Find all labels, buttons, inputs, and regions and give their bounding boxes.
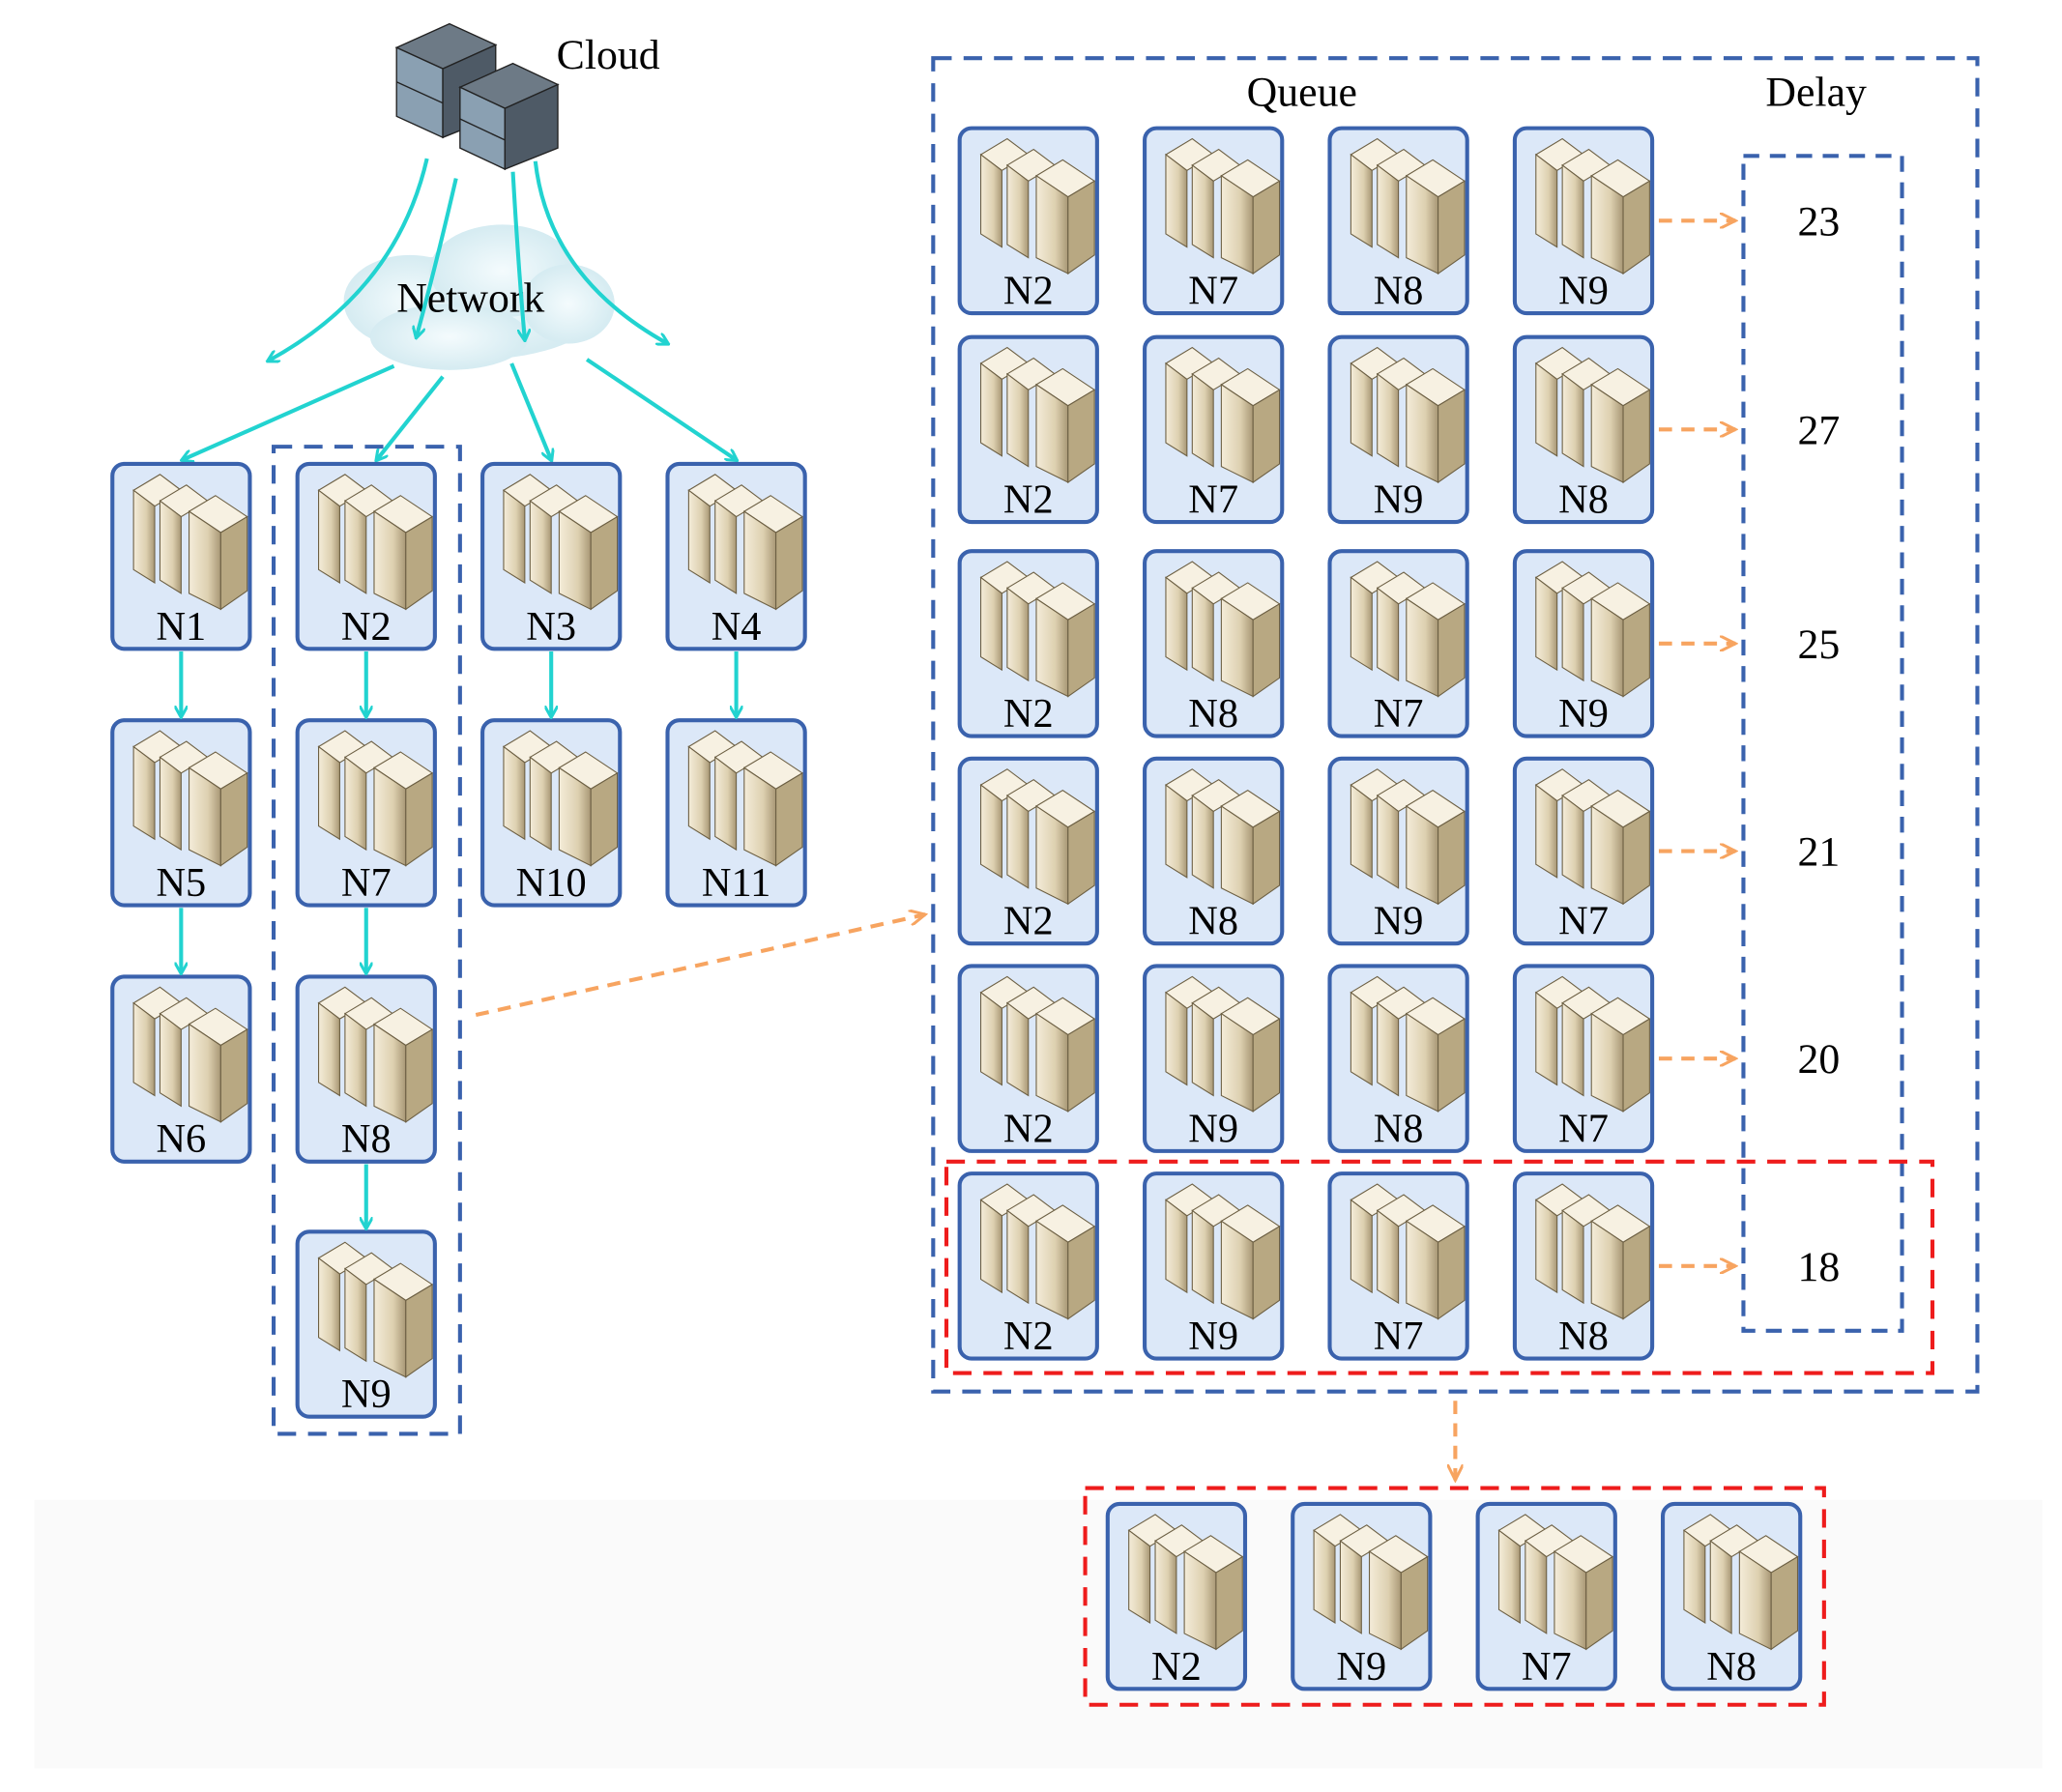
cloud-label: Cloud <box>557 32 660 78</box>
edge-node-n8: N8 <box>295 974 437 1164</box>
queue-node-n7: N7 <box>1512 756 1655 946</box>
node-label: N9 <box>341 1372 392 1417</box>
edge-node-n10: N10 <box>480 718 623 908</box>
node-label: N11 <box>702 860 770 906</box>
node-label: N2 <box>1003 477 1054 522</box>
queue-node-n8: N8 <box>1512 334 1655 525</box>
queue-node-n2: N2 <box>957 549 1099 738</box>
queue-node-n7: N7 <box>1327 1171 1469 1361</box>
queue-node-n7: N7 <box>1327 549 1469 738</box>
queue-node-n7: N7 <box>1143 334 1285 525</box>
node-label: N7 <box>1188 477 1238 522</box>
queue-title: Queue <box>1247 69 1357 115</box>
queue-node-n9: N9 <box>1512 126 1655 316</box>
node-label: N9 <box>1374 899 1424 944</box>
node-label: N1 <box>156 604 206 650</box>
node-label: N7 <box>1374 1314 1424 1359</box>
edge-node-n11: N11 <box>665 718 807 908</box>
node-label: N9 <box>1188 1314 1238 1359</box>
queue-node-n2: N2 <box>957 964 1099 1153</box>
node-label: N10 <box>516 860 587 906</box>
node-label: N2 <box>341 604 392 650</box>
result-node-n9: N9 <box>1291 1501 1433 1691</box>
node-label: N3 <box>526 604 576 650</box>
queue-node-n2: N2 <box>957 756 1099 946</box>
delay-value: 21 <box>1798 829 1841 876</box>
node-label: N2 <box>1003 1106 1054 1151</box>
edge-node-n7: N7 <box>295 718 437 908</box>
node-label: N2 <box>1003 1314 1054 1359</box>
result-node-n8: N8 <box>1660 1501 1803 1691</box>
queue-node-n9: N9 <box>1143 1171 1285 1361</box>
node-label: N2 <box>1003 268 1054 313</box>
queue-node-n7: N7 <box>1512 964 1655 1153</box>
node-label: N8 <box>1188 691 1238 737</box>
queue-node-n8: N8 <box>1143 549 1285 738</box>
node-label: N8 <box>1374 1106 1424 1151</box>
node-label: N8 <box>1188 899 1238 944</box>
queue-node-n8: N8 <box>1512 1171 1655 1361</box>
delay-value: 18 <box>1798 1244 1841 1290</box>
edge-node-n5: N5 <box>110 718 252 908</box>
node-label: N6 <box>156 1116 206 1162</box>
queue-node-n2: N2 <box>957 1171 1099 1361</box>
edge-node-n4: N4 <box>665 461 807 651</box>
queue-node-n8: N8 <box>1327 126 1469 316</box>
node-label: N9 <box>1558 691 1609 737</box>
result-node-n7: N7 <box>1475 1501 1617 1691</box>
node-label: N7 <box>1558 899 1609 944</box>
node-label: N7 <box>341 860 392 906</box>
edge-node-n2: N2 <box>295 461 437 651</box>
node-label: N2 <box>1003 691 1054 737</box>
queue-scheduling-diagram: Cloud Network Queue Delay N1N5N6N2N7N8N9… <box>34 22 2043 1769</box>
queue-node-n9: N9 <box>1512 549 1655 738</box>
delay-value: 20 <box>1798 1036 1841 1083</box>
delay-value: 25 <box>1798 621 1841 668</box>
delay-title: Delay <box>1765 69 1867 115</box>
delay-value: 27 <box>1798 407 1841 453</box>
cloud-servers-icon <box>394 22 560 171</box>
node-label: N9 <box>1188 1106 1238 1151</box>
node-label: N8 <box>1706 1644 1757 1690</box>
edge-node-n3: N3 <box>480 461 623 651</box>
edge-node-n9: N9 <box>295 1229 437 1419</box>
node-label: N9 <box>1374 477 1424 522</box>
queue-node-n9: N9 <box>1327 334 1469 525</box>
node-label: N7 <box>1374 691 1424 737</box>
edge-node-n1: N1 <box>110 461 252 651</box>
queue-node-n9: N9 <box>1143 964 1285 1153</box>
delay-group <box>1741 154 1904 1333</box>
node-label: N2 <box>1151 1644 1202 1690</box>
node-label: N2 <box>1003 899 1054 944</box>
node-label: N8 <box>1558 1314 1609 1359</box>
node-label: N4 <box>712 604 762 650</box>
edge-node-n6: N6 <box>110 974 252 1164</box>
queue-node-n8: N8 <box>1327 964 1469 1153</box>
node-label: N8 <box>1558 477 1609 522</box>
node-label: N7 <box>1188 268 1238 313</box>
node-label: N9 <box>1558 268 1609 313</box>
delay-value: 23 <box>1798 198 1841 245</box>
queue-node-n8: N8 <box>1143 756 1285 946</box>
result-node-n2: N2 <box>1105 1501 1248 1691</box>
node-label: N7 <box>1558 1106 1609 1151</box>
queue-node-n2: N2 <box>957 334 1099 525</box>
node-label: N8 <box>1374 268 1424 313</box>
queue-node-n2: N2 <box>957 126 1099 316</box>
node-label: N5 <box>156 860 206 906</box>
node-label: N7 <box>1522 1644 1572 1690</box>
queue-node-n9: N9 <box>1327 756 1469 946</box>
queue-node-n7: N7 <box>1143 126 1285 316</box>
node-label: N8 <box>341 1116 392 1162</box>
node-label: N9 <box>1336 1644 1386 1690</box>
